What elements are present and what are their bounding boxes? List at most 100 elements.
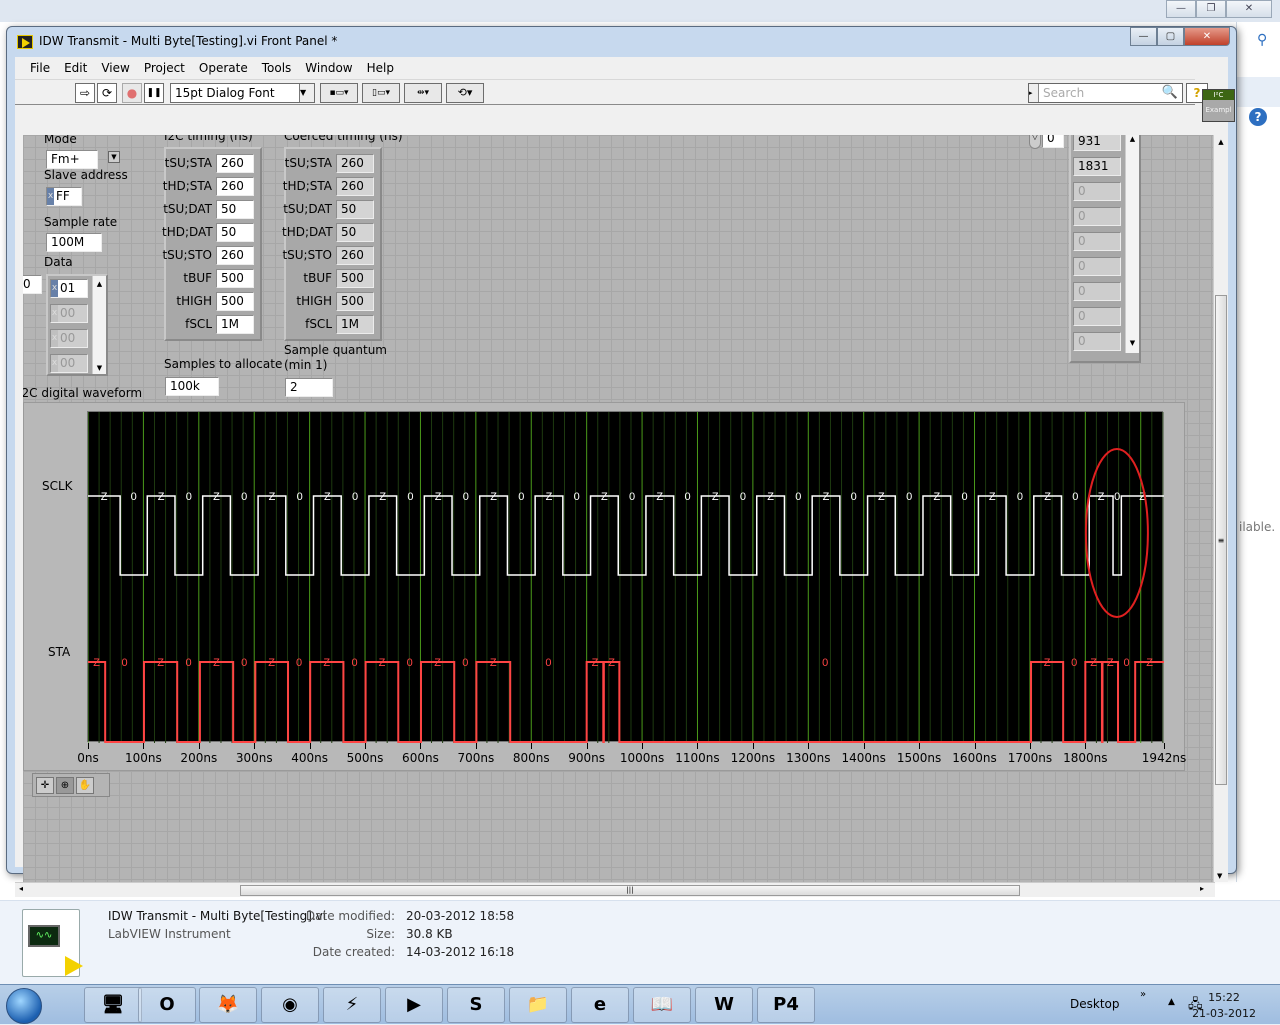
taskbar-word[interactable]: W	[695, 987, 753, 1023]
close-button[interactable]: ✕	[1184, 27, 1230, 46]
taskbar-opera[interactable]: O	[138, 987, 196, 1023]
data-element-1[interactable]: x 00	[50, 304, 88, 323]
horizontal-scroll-thumb[interactable]: |||	[240, 885, 1020, 896]
resize-objects-button[interactable]: ⇹▾	[404, 83, 442, 103]
taskbar-skype[interactable]: S	[447, 987, 505, 1023]
search-icon[interactable]: ⚲	[1257, 32, 1267, 48]
magnifier-icon[interactable]: 🔍	[1162, 85, 1178, 100]
data-value: 00	[60, 306, 76, 320]
i2c-timing-value[interactable]: 260	[216, 177, 254, 196]
taskbar-notepad[interactable]: 📖	[633, 987, 691, 1023]
clock[interactable]: 15:22 21-03-2012	[1192, 990, 1256, 1022]
run-button[interactable]: ⇨	[75, 83, 95, 103]
taskbar-winamp[interactable]: ⚡	[323, 987, 381, 1023]
taskbar-labview[interactable]: ▶	[385, 987, 443, 1023]
coerced-timing-cluster: tSU;STA 260 tHD;STA 260 tSU;DAT 50 tHD;DAT 50 tS…	[282, 147, 382, 341]
vertical-scroll-thumb[interactable]: ≡	[1215, 295, 1227, 785]
desktop-toolbar-label[interactable]: Desktop	[1070, 997, 1120, 1011]
samples-to-allocate-value: 100k	[170, 379, 200, 393]
data-element-3[interactable]: x 00	[50, 354, 88, 373]
abort-button[interactable]: ●	[122, 83, 142, 103]
align-objects-button[interactable]: ▪▭▾	[320, 83, 358, 103]
search-options-arrow[interactable]: ▸	[1029, 84, 1039, 102]
maximize-button[interactable]: ▢	[1157, 27, 1184, 46]
taskbar-remote-desktop[interactable]: 🖥	[84, 987, 142, 1023]
data-element-0[interactable]: x 01	[50, 279, 88, 298]
sample-quantum-input[interactable]: 2	[285, 378, 333, 397]
x-tick-mark	[420, 743, 422, 749]
pan-tool-icon[interactable]: ✋	[76, 777, 94, 794]
i2c-timing-value[interactable]: 260	[216, 154, 254, 173]
state-label-sclk: Z	[158, 491, 165, 503]
x-tick-label: 100ns	[125, 751, 162, 765]
taskbar-windows-explorer[interactable]: 📁	[509, 987, 567, 1023]
background-window-pane: ⚲ ? ilable.	[1236, 22, 1280, 882]
minimize-button[interactable]: —	[1130, 27, 1157, 46]
i2c-timing-value[interactable]: 50	[216, 223, 254, 242]
cursor-tool-icon[interactable]: ✛	[36, 777, 54, 794]
help-icon[interactable]: ?	[1249, 108, 1267, 126]
data-element-2[interactable]: x 00	[50, 329, 88, 348]
x-tick-label: 1400ns	[841, 751, 886, 765]
i2c-timing-value[interactable]: 50	[216, 200, 254, 219]
bg-minimize-button[interactable]: —	[1166, 0, 1196, 18]
distribute-objects-button[interactable]: ▯▭▾	[362, 83, 400, 103]
plot-area[interactable]: Z0Z0Z0Z0Z0Z0Z0Z0Z0Z0Z0Z0Z0Z0Z0Z0Z0Z0Z0ZZ…	[87, 411, 1164, 743]
reorder-button[interactable]: ⟲▾	[446, 83, 484, 103]
taskbar-chrome[interactable]: ◉	[261, 987, 319, 1023]
zoom-tool-icon[interactable]: ⊕	[56, 777, 74, 794]
vertical-scrollbar[interactable]: ▲ ≡ ▼	[1213, 135, 1228, 882]
state-label-sta: Z	[93, 657, 100, 669]
run-continuously-button[interactable]: ⟳	[97, 83, 117, 103]
digital-waveform-graph: SCLK STA Z0Z0Z0Z0Z0Z0Z0Z0Z0Z0Z0Z0Z0Z0Z0Z…	[23, 402, 1186, 771]
menu-edit[interactable]: Edit	[57, 57, 94, 79]
i2c-timing-value[interactable]: 260	[216, 246, 254, 265]
taskbar-internet-explorer[interactable]: e	[571, 987, 629, 1023]
toolbar-expand-icon[interactable]: »	[1140, 989, 1146, 1000]
data-array-scrollbar[interactable]: ▲ ▼	[92, 276, 106, 374]
font-selector[interactable]: 15pt Dialog Font ▼	[170, 83, 315, 103]
coerced-timing-name: tSU;STO	[282, 248, 332, 262]
menu-project[interactable]: Project	[137, 57, 192, 79]
i2c-timing-value[interactable]: 500	[216, 292, 254, 311]
i2c-timing-label: I2C timing (ns)	[164, 135, 253, 143]
taskbar-p4[interactable]: P4	[757, 987, 815, 1023]
pause-button[interactable]: ❚❚	[144, 83, 164, 103]
x-tick-mark	[475, 743, 477, 749]
bg-restore-button[interactable]: ❐	[1196, 0, 1226, 18]
menu-file[interactable]: File	[23, 57, 57, 79]
show-hidden-icons[interactable]: ▲	[1168, 997, 1175, 1007]
menu-view[interactable]: View	[94, 57, 136, 79]
i2c-timing-cluster: tSU;STA 260 tHD;STA 260 tSU;DAT 50 tHD;DAT 50 tS…	[162, 147, 262, 341]
i2c-timing-value[interactable]: 1M	[216, 315, 254, 334]
coerced-timing-value: 50	[336, 223, 374, 242]
start-button[interactable]	[6, 988, 42, 1024]
x-tick-label: 1700ns	[1007, 751, 1053, 765]
mode-dropdown-arrow[interactable]: ▼	[108, 151, 120, 163]
data-index[interactable]: 0	[23, 275, 42, 294]
mode-ring[interactable]: Fm+	[46, 150, 98, 169]
state-label-sclk: 0	[463, 491, 469, 503]
title-bar[interactable]: IDW Transmit - Multi Byte[Testing].vi Fr…	[7, 27, 1236, 57]
channel-label-sclk: SCLK	[42, 479, 73, 493]
menu-tools[interactable]: Tools	[255, 57, 299, 79]
slave-address-input[interactable]: x FF	[46, 187, 82, 206]
output-array-scrollbar[interactable]: ▲ ▼	[1125, 135, 1139, 353]
menu-operate[interactable]: Operate	[192, 57, 255, 79]
radix-indicator[interactable]: x	[47, 188, 54, 205]
taskbar-firefox[interactable]: 🦊	[199, 987, 257, 1023]
search-input[interactable]: Search	[1043, 86, 1084, 100]
menu-window[interactable]: Window	[298, 57, 359, 79]
sample-rate-input[interactable]: 100M	[46, 233, 102, 252]
i2c-timing-value[interactable]: 500	[216, 269, 254, 288]
index-decrement-icon[interactable]: ▽	[1029, 135, 1041, 149]
output-array-index[interactable]: 0	[1042, 135, 1064, 148]
x-tick-label: 1100ns	[675, 751, 720, 765]
samples-to-allocate-label: Samples to allocate	[164, 357, 283, 371]
menu-help[interactable]: Help	[360, 57, 401, 79]
horizontal-scrollbar[interactable]: ◂ ||| ▸	[15, 882, 1215, 897]
search-box[interactable]: ▸ Search 🔍	[1028, 83, 1183, 103]
state-label-sclk: 0	[795, 491, 801, 503]
bg-close-button[interactable]: ✕	[1226, 0, 1272, 18]
samples-to-allocate-input[interactable]: 100k	[165, 377, 219, 396]
